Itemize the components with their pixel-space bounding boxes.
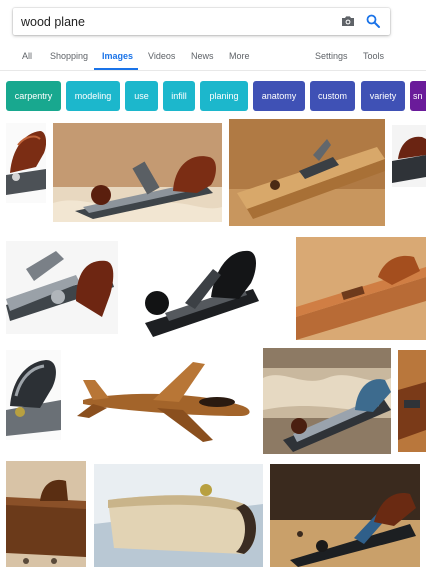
search-input[interactable]: [21, 8, 321, 35]
chip-variety[interactable]: variety: [361, 81, 405, 111]
image-result[interactable]: [270, 464, 420, 567]
tab-news[interactable]: News: [191, 42, 214, 70]
hand-plane-image: [398, 350, 426, 452]
tabs-divider: [0, 70, 426, 71]
chip-label: variety: [369, 91, 397, 101]
chip-partial[interactable]: sn: [410, 81, 426, 111]
tab-tools[interactable]: Tools: [363, 42, 384, 70]
hand-plane-image: [6, 350, 61, 440]
tab-more[interactable]: More: [229, 42, 250, 70]
chip-modeling[interactable]: modeling: [66, 81, 120, 111]
hand-plane-image: [296, 237, 426, 340]
tab-images[interactable]: Images: [102, 42, 133, 70]
hand-plane-image: [53, 123, 222, 222]
hand-plane-image: [263, 348, 391, 454]
image-result[interactable]: [73, 350, 256, 450]
image-result[interactable]: [53, 123, 222, 222]
jet-model-image: [73, 350, 256, 450]
hand-plane-image: [6, 241, 118, 334]
hand-plane-image: [135, 239, 263, 340]
image-result[interactable]: [296, 237, 426, 340]
image-result[interactable]: [6, 123, 46, 203]
chip-label: modeling: [74, 91, 112, 101]
hand-plane-image: [392, 125, 426, 187]
hand-plane-image: [6, 123, 46, 203]
tab-settings[interactable]: Settings: [315, 42, 348, 70]
hand-plane-image: [6, 461, 86, 567]
chip-label: planing: [209, 91, 239, 101]
camera-icon[interactable]: [340, 13, 356, 29]
search-icon[interactable]: [365, 13, 381, 29]
hand-plane-image: [270, 464, 420, 567]
chip-use[interactable]: use: [125, 81, 158, 111]
image-result[interactable]: [135, 239, 263, 340]
image-result[interactable]: [94, 464, 263, 567]
chip-anatomy[interactable]: anatomy: [253, 81, 305, 111]
hand-plane-image: [94, 464, 263, 567]
hand-plane-image: [229, 119, 385, 226]
image-result[interactable]: [6, 241, 118, 334]
image-result[interactable]: [229, 119, 385, 226]
image-result[interactable]: [398, 350, 426, 452]
chip-label: use: [134, 91, 149, 101]
chip-planing[interactable]: planing: [200, 81, 248, 111]
chip-label: sn: [413, 91, 423, 101]
chip-label: custom: [317, 91, 347, 101]
tab-videos[interactable]: Videos: [148, 42, 175, 70]
image-result[interactable]: [6, 350, 61, 440]
tab-shopping[interactable]: Shopping: [50, 42, 88, 70]
tab-all[interactable]: All: [22, 42, 32, 70]
chip-custom[interactable]: custom: [310, 81, 355, 111]
search-box[interactable]: [13, 8, 390, 35]
chip-label: infill: [171, 91, 187, 101]
chip-infill[interactable]: infill: [163, 81, 195, 111]
image-result[interactable]: [6, 461, 86, 567]
image-result[interactable]: [392, 125, 426, 187]
search-tabs: All Shopping Images Videos News More Set…: [0, 42, 426, 72]
chip-carpentry[interactable]: carpentry: [6, 81, 61, 111]
image-result[interactable]: [263, 348, 391, 454]
chip-label: carpentry: [14, 91, 53, 101]
chip-label: anatomy: [261, 91, 297, 101]
